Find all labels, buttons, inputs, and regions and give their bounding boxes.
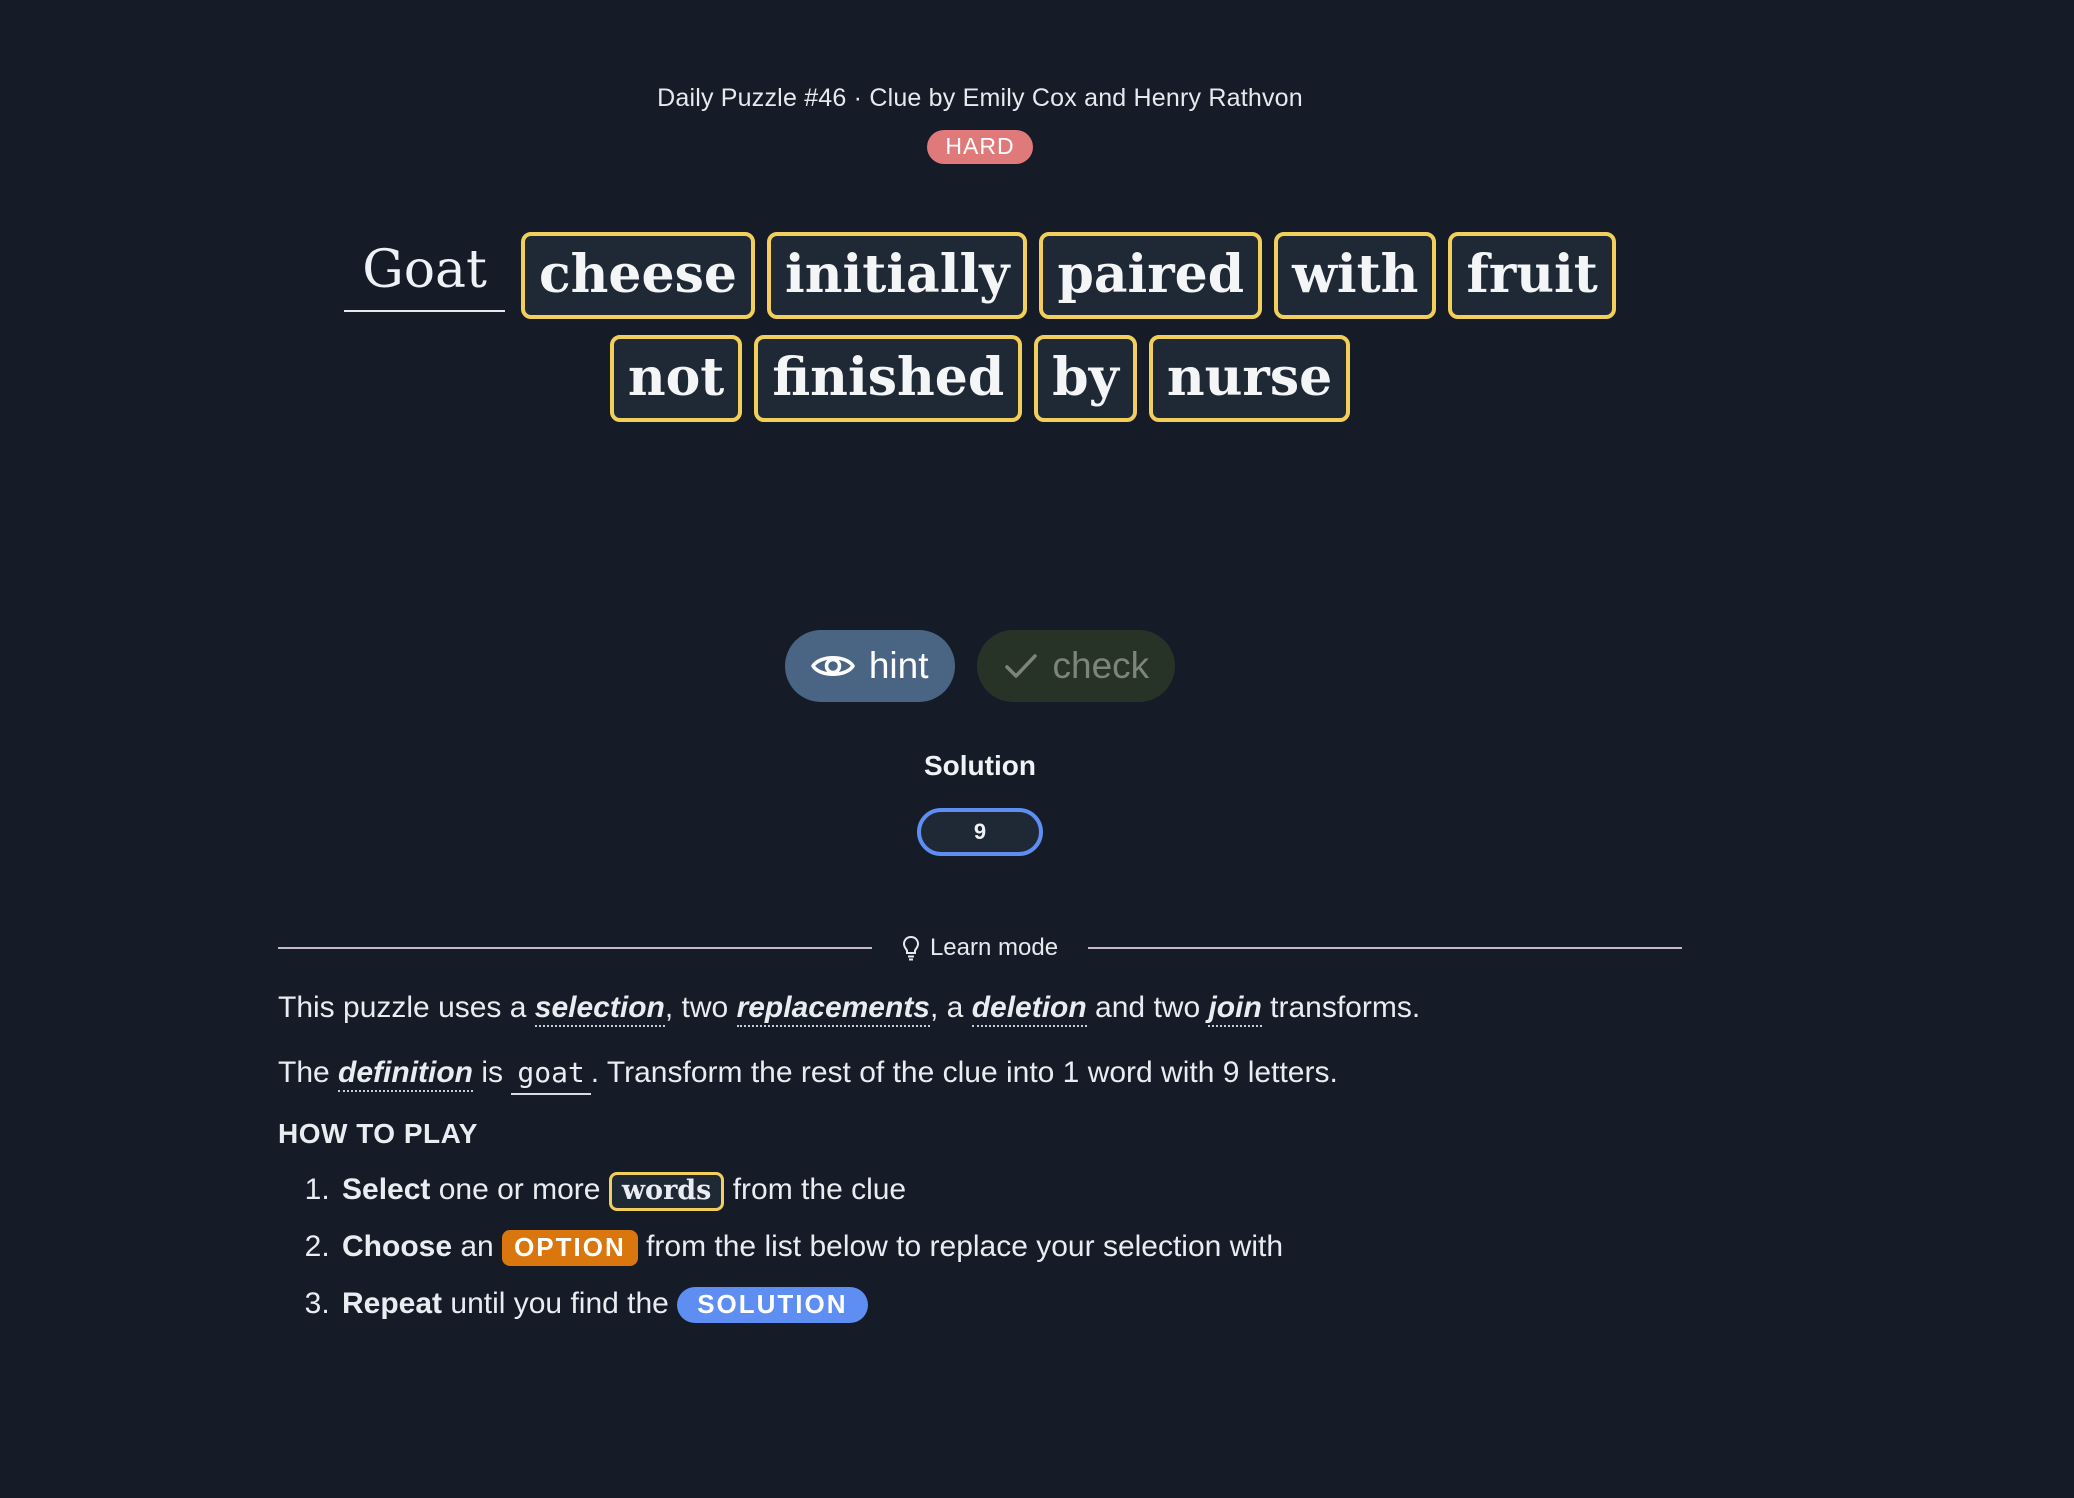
text: is <box>473 1056 512 1089</box>
step-verb: Repeat <box>342 1287 443 1320</box>
step-verb: Select <box>342 1173 431 1206</box>
step-item: Choose an OPTION from the list below to … <box>338 1227 1778 1266</box>
solution-section: Solution 9 <box>0 750 1960 856</box>
puzzle-title: Daily Puzzle #46 · Clue by Emily Cox and… <box>657 84 1303 112</box>
step-item: Repeat until you find the SOLUTION <box>338 1284 1778 1323</box>
text: This puzzle uses a <box>278 991 535 1024</box>
text: , two <box>664 991 737 1024</box>
solution-tag: SOLUTION <box>677 1287 868 1323</box>
clue-word[interactable]: paired <box>1039 232 1263 320</box>
divider-line <box>1088 947 1682 949</box>
text: The <box>278 1056 339 1089</box>
text: from the list below to replace your sele… <box>637 1230 1284 1263</box>
checkmark-icon <box>1004 654 1037 678</box>
action-buttons: hint check <box>0 630 1960 702</box>
term-deletion[interactable]: deletion <box>971 991 1087 1027</box>
solution-input[interactable]: 9 <box>917 808 1043 856</box>
text: , a <box>930 991 972 1024</box>
term-selection[interactable]: selection <box>534 991 665 1027</box>
transforms-summary: This puzzle uses a selection, two replac… <box>278 988 1778 1027</box>
check-button[interactable]: check <box>976 630 1176 702</box>
clue: Goat cheese initially paired with fruit … <box>320 232 1640 423</box>
learn-section: This puzzle uses a selection, two replac… <box>278 988 1778 1341</box>
eye-icon <box>811 656 855 676</box>
clue-word[interactable]: finished <box>754 335 1023 423</box>
solution-length: 9 <box>973 819 987 844</box>
text: transforms. <box>1261 991 1421 1024</box>
text: from the clue <box>724 1173 907 1206</box>
text: and two <box>1086 991 1209 1024</box>
clue-word[interactable]: nurse <box>1148 335 1351 423</box>
lightbulb-icon <box>902 935 919 961</box>
how-to-play-steps: Select one or more words from the clue C… <box>278 1170 1778 1323</box>
how-to-play-title: HOW TO PLAY <box>278 1118 478 1149</box>
text: until you find the <box>442 1287 678 1320</box>
words-tag: words <box>608 1172 725 1211</box>
term-definition[interactable]: definition <box>338 1056 474 1092</box>
clue-word[interactable]: with <box>1274 232 1437 320</box>
text: . Transform the rest of the clue into 1 … <box>590 1056 1338 1089</box>
learn-mode-divider: Learn mode <box>278 934 1682 962</box>
solution-label: Solution <box>924 750 1036 781</box>
clue-word[interactable]: fruit <box>1448 232 1616 320</box>
clue-word[interactable]: initially <box>766 232 1028 320</box>
term-replacements[interactable]: replacements <box>736 991 930 1027</box>
hint-label: hint <box>868 645 929 686</box>
text: an <box>452 1230 503 1263</box>
term-join[interactable]: join <box>1208 991 1262 1027</box>
text: one or more <box>430 1173 609 1206</box>
clue-word[interactable]: not <box>609 335 743 423</box>
learn-mode-toggle[interactable]: Learn mode <box>872 934 1088 962</box>
definition-word: goat <box>511 1056 591 1095</box>
clue-word[interactable]: cheese <box>520 232 755 320</box>
divider-line <box>278 947 872 949</box>
difficulty-badge: HARD <box>927 130 1033 164</box>
learn-mode-label: Learn mode <box>929 934 1059 961</box>
hint-button[interactable]: hint <box>784 630 955 702</box>
puzzle-header: Daily Puzzle #46 · Clue by Emily Cox and… <box>0 84 1960 164</box>
clue-word[interactable]: by <box>1034 335 1137 423</box>
option-tag: OPTION <box>502 1230 638 1266</box>
step-item: Select one or more words from the clue <box>338 1170 1778 1211</box>
definition-summary: The definition is goat. Transform the re… <box>278 1053 1778 1095</box>
step-verb: Choose <box>342 1230 453 1263</box>
clue-definition: Goat <box>344 239 505 312</box>
check-label: check <box>1052 645 1150 686</box>
